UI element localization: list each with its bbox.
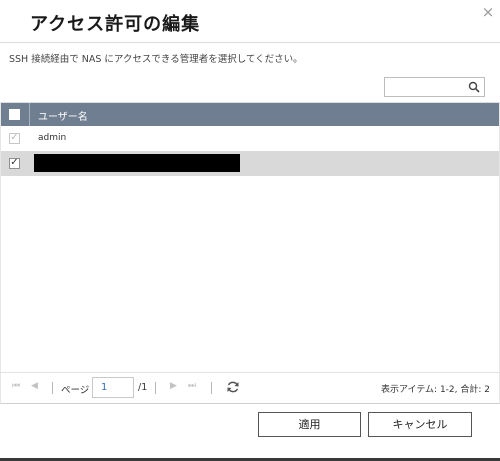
header-separator <box>29 103 30 126</box>
refresh-icon[interactable] <box>226 380 240 394</box>
check-icon: ✓ <box>10 157 19 168</box>
select-all-checkbox[interactable] <box>9 109 20 120</box>
check-icon: ✓ <box>10 132 19 143</box>
dialog-title: アクセス許可の編集 <box>30 14 201 35</box>
next-page-icon[interactable]: ▶ <box>170 381 177 391</box>
row-checkbox[interactable]: ✓ <box>9 157 20 169</box>
row-checkbox: ✓ <box>9 132 20 144</box>
table-row[interactable]: ✓ admin <box>1 127 499 150</box>
page-number-input[interactable]: 1 <box>92 377 134 398</box>
cancel-button[interactable]: キャンセル <box>368 412 472 437</box>
dialog-description: SSH 接続経由で NAS にアクセスできる管理者を選択してください。 <box>9 54 303 65</box>
edit-access-dialog: アクセス許可の編集 × SSH 接続経由で NAS にアクセスできる管理者を選択… <box>0 0 500 461</box>
redacted-username <box>34 154 240 172</box>
prev-page-icon[interactable]: ◀ <box>31 381 38 391</box>
pager-separator <box>211 382 212 394</box>
column-header-username[interactable]: ユーザー名 <box>38 108 88 123</box>
apply-button[interactable]: 適用 <box>258 412 361 437</box>
first-page-icon[interactable]: ⏮ <box>12 381 20 391</box>
total-pages: /1 <box>138 382 148 393</box>
user-grid: ユーザー名 ✓ admin ✓ <box>0 102 500 404</box>
pager-separator <box>155 382 156 394</box>
table-row[interactable]: ✓ <box>1 151 499 176</box>
username-cell: admin <box>38 133 67 143</box>
close-icon[interactable]: × <box>481 5 495 20</box>
pagination-bar: ⏮ ◀ ページ 1 /1 ▶ ⏭ 表示アイテム: 1-2, 合計: 2 <box>0 372 500 402</box>
search-icon[interactable] <box>468 81 480 93</box>
search-input[interactable] <box>384 77 485 97</box>
last-page-icon[interactable]: ⏭ <box>188 381 196 391</box>
pager-separator <box>52 382 53 394</box>
page-label: ページ <box>61 385 90 396</box>
grid-header: ユーザー名 <box>1 103 499 126</box>
header-divider <box>0 42 500 43</box>
item-summary: 表示アイテム: 1-2, 合計: 2 <box>380 385 490 395</box>
